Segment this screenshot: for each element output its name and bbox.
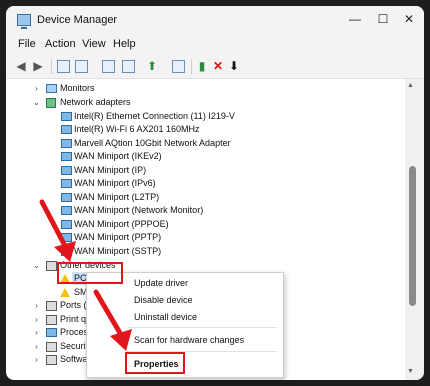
window-title: Device Manager xyxy=(37,14,118,26)
title-bar: Device Manager — ☐ ✕ xyxy=(6,6,424,34)
tree-item-monitors[interactable]: › Monitors xyxy=(6,82,401,95)
adapter-icon xyxy=(61,206,72,215)
toolbar: ◀ ▶ ⬆ ▮ ✕ ⬇ xyxy=(6,54,424,79)
warning-icon xyxy=(60,288,70,297)
help-book-icon[interactable] xyxy=(102,60,115,73)
toolbar-separator xyxy=(191,59,192,74)
printer-icon xyxy=(46,315,57,325)
update-driver-icon[interactable] xyxy=(122,60,135,73)
menu-file[interactable]: File xyxy=(18,38,36,50)
chevron-right-icon[interactable]: › xyxy=(32,326,41,339)
chevron-down-icon[interactable]: ⌄ xyxy=(32,259,41,272)
scroll-up-arrow-icon[interactable]: ▲ xyxy=(407,82,414,89)
port-icon xyxy=(46,301,57,311)
tree-item-label: Network adapters xyxy=(60,97,131,107)
adapter-icon xyxy=(61,139,72,148)
menu-help[interactable]: Help xyxy=(113,38,136,50)
tree-item-label: Intel(R) Ethernet Connection (11) I219-V xyxy=(74,111,235,121)
tree-item-adapter[interactable]: Intel(R) Ethernet Connection (11) I219-V xyxy=(6,110,401,123)
tree-item-adapter[interactable]: Intel(R) Wi-Fi 6 AX201 160MHz xyxy=(6,123,401,136)
forward-arrow-icon[interactable]: ▶ xyxy=(31,59,45,73)
monitor-icon xyxy=(46,84,57,93)
chevron-right-icon[interactable]: › xyxy=(32,340,41,353)
tree-item-label: WAN Miniport (IKEv2) xyxy=(74,151,162,161)
tree-item-network-adapters[interactable]: ⌄ Network adapters xyxy=(6,96,401,109)
tree-item-label: WAN Miniport (IP) xyxy=(74,165,147,175)
tree-item-label: Intel(R) Wi-Fi 6 AX201 160MHz xyxy=(74,124,200,134)
adapter-icon xyxy=(61,125,72,134)
tree-item-adapter[interactable]: WAN Miniport (Network Monitor) xyxy=(6,204,401,217)
toolbar-separator xyxy=(51,59,52,74)
adapter-icon xyxy=(61,166,72,175)
network-icon xyxy=(46,98,56,108)
tree-item-adapter[interactable]: WAN Miniport (L2TP) xyxy=(6,191,401,204)
tree-item-label: WAN Miniport (L2TP) xyxy=(74,192,160,202)
tree-item-adapter[interactable]: WAN Miniport (PPTP) xyxy=(6,231,401,244)
tree-item-label: WAN Miniport (SSTP) xyxy=(74,246,162,256)
security-icon xyxy=(46,342,57,352)
chevron-down-icon[interactable]: ⌄ xyxy=(32,96,41,109)
adapter-icon xyxy=(61,220,72,229)
adapter-icon xyxy=(61,233,72,242)
context-menu: Update driver Disable device Uninstall d… xyxy=(86,272,284,378)
other-devices-icon xyxy=(46,261,57,271)
adapter-icon xyxy=(61,112,72,121)
tree-item-adapter[interactable]: WAN Miniport (IPv6) xyxy=(6,177,401,190)
menu-bar: File Action View Help xyxy=(6,34,424,54)
scroll-down-arrow-icon[interactable]: ▼ xyxy=(407,368,414,375)
properties-view-icon[interactable] xyxy=(57,60,70,73)
minimize-button[interactable]: — xyxy=(346,11,364,27)
context-disable-device[interactable]: Disable device xyxy=(134,295,193,305)
chevron-right-icon[interactable]: › xyxy=(32,82,41,95)
tree-item-label: WAN Miniport (Network Monitor) xyxy=(74,205,204,215)
tree-item-adapter[interactable]: Marvell AQtion 10Gbit Network Adapter xyxy=(6,137,401,150)
context-separator xyxy=(127,327,277,328)
chevron-right-icon[interactable]: › xyxy=(32,353,41,366)
tree-item-adapter[interactable]: WAN Miniport (IKEv2) xyxy=(6,150,401,163)
properties-highlight-box xyxy=(125,352,185,374)
tree-item-label: Marvell AQtion 10Gbit Network Adapter xyxy=(74,138,231,148)
scan-hardware-icon[interactable]: ⬆ xyxy=(145,59,159,73)
adapter-icon xyxy=(61,152,72,161)
tree-item-label: WAN Miniport (PPPOE) xyxy=(74,219,169,229)
maximize-button[interactable]: ☐ xyxy=(374,11,392,27)
context-scan-hardware[interactable]: Scan for hardware changes xyxy=(134,335,244,345)
close-button[interactable]: ✕ xyxy=(400,11,418,27)
tree-item-adapter[interactable]: WAN Miniport (SSTP) xyxy=(6,245,401,258)
chevron-right-icon[interactable]: › xyxy=(32,313,41,326)
context-update-driver[interactable]: Update driver xyxy=(134,278,188,288)
tree-item-label: Monitors xyxy=(60,83,95,93)
chevron-right-icon[interactable]: › xyxy=(32,299,41,312)
scrollbar-thumb[interactable] xyxy=(409,166,416,306)
show-hidden-icon[interactable] xyxy=(75,60,88,73)
context-uninstall-device[interactable]: Uninstall device xyxy=(134,312,197,322)
adapter-icon xyxy=(61,179,72,188)
pci-device-highlight-box xyxy=(57,262,123,284)
device-manager-icon xyxy=(17,14,31,29)
adapter-icon xyxy=(61,193,72,202)
tree-item-label: WAN Miniport (PPTP) xyxy=(74,232,162,242)
software-icon xyxy=(46,355,57,365)
tree-item-adapter[interactable]: WAN Miniport (PPPOE) xyxy=(6,218,401,231)
download-driver-icon[interactable]: ⬇ xyxy=(227,59,241,73)
tree-item-adapter[interactable]: WAN Miniport (IP) xyxy=(6,164,401,177)
enable-device-icon[interactable]: ▮ xyxy=(195,59,209,73)
menu-view[interactable]: View xyxy=(82,38,106,50)
tree-item-label: WAN Miniport (IPv6) xyxy=(74,178,156,188)
uninstall-device-icon[interactable]: ✕ xyxy=(211,59,225,73)
adapter-icon xyxy=(61,247,72,256)
back-arrow-icon[interactable]: ◀ xyxy=(14,59,28,73)
menu-action[interactable]: Action xyxy=(45,38,76,50)
cpu-icon xyxy=(46,328,57,337)
monitor-scan-icon[interactable] xyxy=(172,60,185,73)
